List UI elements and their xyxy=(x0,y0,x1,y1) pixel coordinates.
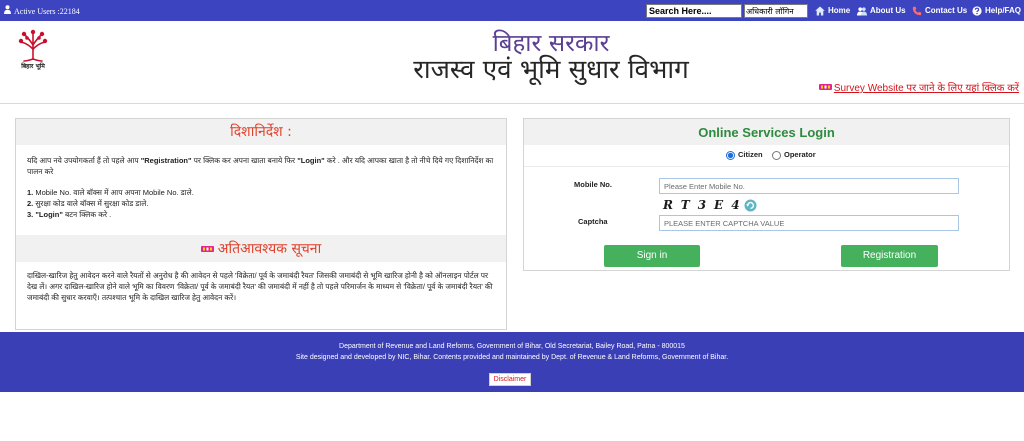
guidelines-intro: यदि आप नये उपयोगकर्ता हैं तो पहले आप "Re… xyxy=(27,155,495,177)
top-bar: Active Users :22184 अधिकारी लॉगिन Home A… xyxy=(0,0,1024,21)
nav-contact-label: Contact Us xyxy=(925,6,968,15)
new-badge-icon xyxy=(200,242,214,256)
nav-home-link[interactable]: Home xyxy=(815,4,850,17)
header-divider xyxy=(0,103,1024,104)
login-panel: Online Services Login Citizen Operator M… xyxy=(523,118,1010,271)
mobile-input[interactable] xyxy=(659,178,959,194)
active-users: Active Users :22184 xyxy=(4,5,80,17)
captcha-image: RT3E4 xyxy=(661,197,771,214)
guideline-step: 2. सुरक्षा कोड वाले बॉक्स में सुरक्षा को… xyxy=(27,198,495,209)
login-divider xyxy=(524,166,1009,167)
notice-heading: अतिआवश्यक सूचना xyxy=(16,235,506,262)
nav-home-label: Home xyxy=(828,6,851,15)
captcha-label: Captcha xyxy=(578,217,608,226)
department-title: राजस्व एवं भूमि सुधार विभाग xyxy=(413,55,689,85)
login-heading-label: Online Services Login xyxy=(698,124,835,140)
footer-address: Department of Revenue and Land Reforms, … xyxy=(339,343,685,350)
about-icon xyxy=(857,6,867,16)
step-text: बटन क्लिक करे . xyxy=(62,210,112,219)
role-operator[interactable]: Operator xyxy=(772,150,816,160)
phone-icon xyxy=(912,6,922,16)
footer: Department of Revenue and Land Reforms, … xyxy=(0,332,1024,392)
help-icon xyxy=(972,5,982,16)
guidelines-heading-label: दिशानिर्देश : xyxy=(230,124,292,140)
notice-text: दाखिल-खारिज हेतु आवेदन करने वाले रैयतों … xyxy=(27,271,493,302)
intro-text-1: यदि आप नये उपयोगकर्ता हैं तो पहले आप xyxy=(27,156,141,165)
role-citizen[interactable]: Citizen xyxy=(726,150,763,160)
government-title: बिहार सरकार xyxy=(492,29,610,57)
nav-about-link[interactable]: About Us xyxy=(857,4,906,17)
new-badge-icon xyxy=(818,83,832,95)
captcha-code: RT3E4 xyxy=(663,198,748,212)
intro-registration-keyword: "Registration" xyxy=(140,156,192,165)
step-keyword: "Login" xyxy=(33,210,63,219)
intro-login-keyword: "Login" xyxy=(297,156,325,165)
guideline-step: 3. "Login" बटन क्लिक करे . xyxy=(27,209,495,220)
footer-credits: Site designed and developed by NIC, Biha… xyxy=(295,354,729,361)
step-text: Mobile No. वाले बॉक्स में आप अपना Mobile… xyxy=(33,188,194,197)
citizen-radio[interactable] xyxy=(726,150,735,160)
operator-radio[interactable] xyxy=(772,150,781,160)
active-users-label: Active Users :22184 xyxy=(14,6,80,16)
intro-text-2: पर क्लिक कर अपना खाता बनाये फिर xyxy=(191,156,298,165)
user-icon xyxy=(4,5,11,17)
mobile-label: Mobile No. xyxy=(574,180,612,189)
sign-in-button[interactable]: Sign in xyxy=(604,245,700,267)
notice-heading-label: अतिआवश्यक सूचना xyxy=(217,240,322,257)
officer-login-select[interactable]: अधिकारी लॉगिन xyxy=(744,4,808,18)
nav-help-link[interactable]: Help/FAQ xyxy=(972,4,1021,17)
guidelines-steps: 1. Mobile No. वाले बॉक्स में आप अपना Mob… xyxy=(27,187,495,220)
home-icon xyxy=(815,6,825,16)
nav-contact-link[interactable]: Contact Us xyxy=(912,4,967,17)
guidelines-panel: दिशानिर्देश : यदि आप नये उपयोगकर्ता हैं … xyxy=(15,118,507,330)
survey-link-label: Survey Website पर जाने के लिए यहां क्लिक… xyxy=(833,83,1019,94)
login-heading: Online Services Login xyxy=(524,119,1009,145)
citizen-label: Citizen xyxy=(738,150,763,159)
guidelines-heading: दिशानिर्देश : xyxy=(16,119,506,145)
disclaimer-link[interactable]: Disclaimer xyxy=(489,373,531,386)
captcha-input[interactable] xyxy=(659,215,959,231)
nav-help-label: Help/FAQ xyxy=(985,6,1022,15)
registration-button[interactable]: Registration xyxy=(841,245,938,267)
logo-caption: बिहार भूमि xyxy=(21,63,45,70)
survey-website-link[interactable]: Survey Website पर जाने के लिए यहां क्लिक… xyxy=(818,83,1019,95)
operator-label: Operator xyxy=(784,150,816,159)
tree-emblem-icon xyxy=(18,29,48,62)
step-text: सुरक्षा कोड वाले बॉक्स में सुरक्षा कोड ड… xyxy=(33,199,149,208)
search-input[interactable] xyxy=(646,4,742,18)
guideline-step: 1. Mobile No. वाले बॉक्स में आप अपना Mob… xyxy=(27,187,495,198)
nav-about-label: About Us xyxy=(870,6,906,15)
